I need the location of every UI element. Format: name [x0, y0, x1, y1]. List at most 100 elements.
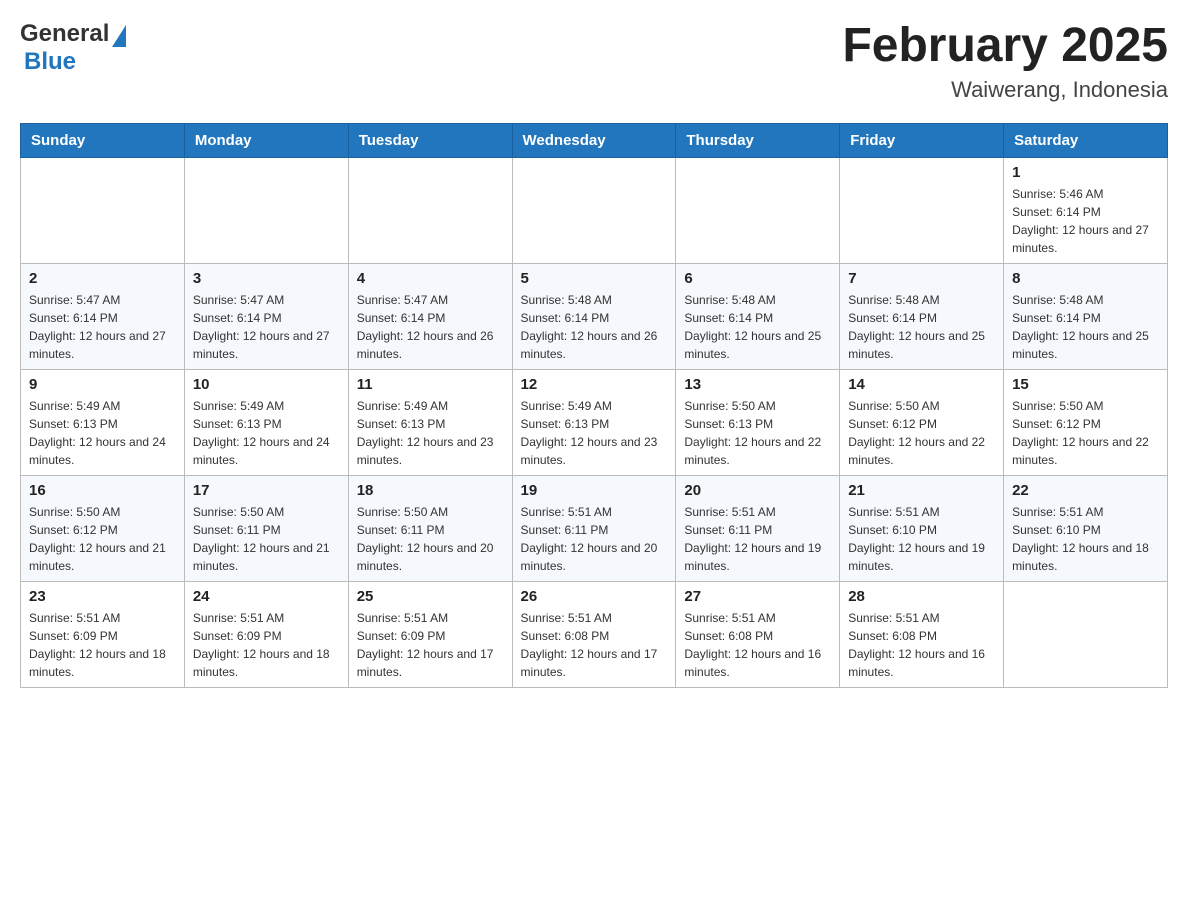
- day-info: Sunrise: 5:49 AM Sunset: 6:13 PM Dayligh…: [193, 397, 340, 469]
- calendar-table: SundayMondayTuesdayWednesdayThursdayFrid…: [20, 123, 1168, 688]
- logo-triangle-icon: [112, 25, 126, 47]
- day-info: Sunrise: 5:51 AM Sunset: 6:09 PM Dayligh…: [29, 609, 176, 681]
- day-info: Sunrise: 5:48 AM Sunset: 6:14 PM Dayligh…: [684, 291, 831, 363]
- day-info: Sunrise: 5:51 AM Sunset: 6:08 PM Dayligh…: [521, 609, 668, 681]
- calendar-cell: [1004, 581, 1168, 687]
- day-number: 28: [848, 588, 995, 605]
- day-number: 3: [193, 270, 340, 287]
- day-info: Sunrise: 5:47 AM Sunset: 6:14 PM Dayligh…: [357, 291, 504, 363]
- calendar-cell: 2Sunrise: 5:47 AM Sunset: 6:14 PM Daylig…: [21, 263, 185, 369]
- calendar-week-row: 1 Sunrise: 5:46 AM Sunset: 6:14 PM Daylig…: [21, 157, 1168, 263]
- day-number: 20: [684, 482, 831, 499]
- day-info: Sunrise: 5:49 AM Sunset: 6:13 PM Dayligh…: [521, 397, 668, 469]
- calendar-cell: [676, 157, 840, 263]
- calendar-cell: 13 Sunrise: 5:50 AM Sunset: 6:13 PM Dayli…: [676, 369, 840, 475]
- day-header-tuesday: Tuesday: [348, 123, 512, 157]
- title-section: February 2025 Waiwerang, Indonesia: [842, 20, 1168, 103]
- calendar-cell: 28 Sunrise: 5:51 AM Sunset: 6:08 PM Dayli…: [840, 581, 1004, 687]
- calendar-cell: 19 Sunrise: 5:51 AM Sunset: 6:11 PM Dayli…: [512, 475, 676, 581]
- calendar-cell: [21, 157, 185, 263]
- day-info: Sunrise: 5:50 AM Sunset: 6:13 PM Dayligh…: [684, 397, 831, 469]
- day-info: Sunrise: 5:51 AM Sunset: 6:09 PM Dayligh…: [193, 609, 340, 681]
- day-info: Sunrise: 5:51 AM Sunset: 6:11 PM Dayligh…: [684, 503, 831, 575]
- day-number: 15: [1012, 376, 1159, 393]
- calendar-cell: 3 Sunrise: 5:47 AM Sunset: 6:14 PM Daylig…: [184, 263, 348, 369]
- day-number: 27: [684, 588, 831, 605]
- day-info: Sunrise: 5:51 AM Sunset: 6:11 PM Dayligh…: [521, 503, 668, 575]
- day-info: Sunrise: 5:51 AM Sunset: 6:08 PM Dayligh…: [684, 609, 831, 681]
- day-header-monday: Monday: [184, 123, 348, 157]
- day-info: Sunrise: 5:51 AM Sunset: 6:10 PM Dayligh…: [1012, 503, 1159, 575]
- calendar-cell: 4 Sunrise: 5:47 AM Sunset: 6:14 PM Daylig…: [348, 263, 512, 369]
- day-number: 21: [848, 482, 995, 499]
- calendar-cell: 9 Sunrise: 5:49 AM Sunset: 6:13 PM Daylig…: [21, 369, 185, 475]
- day-info: Sunrise: 5:51 AM Sunset: 6:10 PM Dayligh…: [848, 503, 995, 575]
- calendar-cell: 25 Sunrise: 5:51 AM Sunset: 6:09 PM Dayli…: [348, 581, 512, 687]
- calendar-cell: 12 Sunrise: 5:49 AM Sunset: 6:13 PM Dayli…: [512, 369, 676, 475]
- day-header-sunday: Sunday: [21, 123, 185, 157]
- day-number: 7: [848, 270, 995, 287]
- day-number: 16: [29, 482, 176, 499]
- calendar-cell: [840, 157, 1004, 263]
- day-number: 25: [357, 588, 504, 605]
- calendar-header-row: SundayMondayTuesdayWednesdayThursdayFrid…: [21, 123, 1168, 157]
- day-number: 18: [357, 482, 504, 499]
- calendar-cell: [184, 157, 348, 263]
- day-number: 1: [1012, 164, 1159, 181]
- calendar-cell: 8 Sunrise: 5:48 AM Sunset: 6:14 PM Daylig…: [1004, 263, 1168, 369]
- day-info: Sunrise: 5:46 AM Sunset: 6:14 PM Dayligh…: [1012, 185, 1159, 257]
- day-info: Sunrise: 5:50 AM Sunset: 6:11 PM Dayligh…: [193, 503, 340, 575]
- day-number: 24: [193, 588, 340, 605]
- calendar-cell: 27 Sunrise: 5:51 AM Sunset: 6:08 PM Dayli…: [676, 581, 840, 687]
- day-info: Sunrise: 5:50 AM Sunset: 6:12 PM Dayligh…: [29, 503, 176, 575]
- calendar-cell: 6Sunrise: 5:48 AM Sunset: 6:14 PM Daylig…: [676, 263, 840, 369]
- day-number: 13: [684, 376, 831, 393]
- calendar-cell: 24 Sunrise: 5:51 AM Sunset: 6:09 PM Dayli…: [184, 581, 348, 687]
- calendar-cell: 17 Sunrise: 5:50 AM Sunset: 6:11 PM Dayli…: [184, 475, 348, 581]
- logo-blue-text: Blue: [24, 48, 76, 75]
- day-number: 26: [521, 588, 668, 605]
- calendar-cell: 11Sunrise: 5:49 AM Sunset: 6:13 PM Dayli…: [348, 369, 512, 475]
- calendar-cell: 26 Sunrise: 5:51 AM Sunset: 6:08 PM Dayli…: [512, 581, 676, 687]
- day-number: 19: [521, 482, 668, 499]
- calendar-cell: [348, 157, 512, 263]
- calendar-cell: 14Sunrise: 5:50 AM Sunset: 6:12 PM Dayli…: [840, 369, 1004, 475]
- day-number: 4: [357, 270, 504, 287]
- day-info: Sunrise: 5:50 AM Sunset: 6:12 PM Dayligh…: [848, 397, 995, 469]
- calendar-cell: 7 Sunrise: 5:48 AM Sunset: 6:14 PM Daylig…: [840, 263, 1004, 369]
- logo: General Blue: [20, 20, 126, 76]
- day-header-thursday: Thursday: [676, 123, 840, 157]
- month-title: February 2025: [842, 20, 1168, 73]
- day-header-wednesday: Wednesday: [512, 123, 676, 157]
- day-number: 9: [29, 376, 176, 393]
- day-info: Sunrise: 5:50 AM Sunset: 6:11 PM Dayligh…: [357, 503, 504, 575]
- calendar-week-row: 23 Sunrise: 5:51 AM Sunset: 6:09 PM Dayli…: [21, 581, 1168, 687]
- day-info: Sunrise: 5:48 AM Sunset: 6:14 PM Dayligh…: [848, 291, 995, 363]
- day-number: 17: [193, 482, 340, 499]
- day-number: 22: [1012, 482, 1159, 499]
- calendar-cell: 1 Sunrise: 5:46 AM Sunset: 6:14 PM Daylig…: [1004, 157, 1168, 263]
- day-number: 23: [29, 588, 176, 605]
- day-header-friday: Friday: [840, 123, 1004, 157]
- day-number: 12: [521, 376, 668, 393]
- day-number: 5: [521, 270, 668, 287]
- day-info: Sunrise: 5:51 AM Sunset: 6:09 PM Dayligh…: [357, 609, 504, 681]
- page-header: General Blue February 2025 Waiwerang, In…: [20, 20, 1168, 103]
- day-info: Sunrise: 5:49 AM Sunset: 6:13 PM Dayligh…: [29, 397, 176, 469]
- day-info: Sunrise: 5:47 AM Sunset: 6:14 PM Dayligh…: [193, 291, 340, 363]
- calendar-cell: 10 Sunrise: 5:49 AM Sunset: 6:13 PM Dayli…: [184, 369, 348, 475]
- day-info: Sunrise: 5:51 AM Sunset: 6:08 PM Dayligh…: [848, 609, 995, 681]
- day-number: 8: [1012, 270, 1159, 287]
- day-info: Sunrise: 5:48 AM Sunset: 6:14 PM Dayligh…: [1012, 291, 1159, 363]
- calendar-cell: 20 Sunrise: 5:51 AM Sunset: 6:11 PM Dayli…: [676, 475, 840, 581]
- day-number: 11: [357, 376, 504, 393]
- calendar-cell: 15Sunrise: 5:50 AM Sunset: 6:12 PM Dayli…: [1004, 369, 1168, 475]
- calendar-cell: 16 Sunrise: 5:50 AM Sunset: 6:12 PM Dayli…: [21, 475, 185, 581]
- day-header-saturday: Saturday: [1004, 123, 1168, 157]
- calendar-cell: 21 Sunrise: 5:51 AM Sunset: 6:10 PM Dayli…: [840, 475, 1004, 581]
- calendar-cell: 23 Sunrise: 5:51 AM Sunset: 6:09 PM Dayli…: [21, 581, 185, 687]
- day-info: Sunrise: 5:47 AM Sunset: 6:14 PM Dayligh…: [29, 291, 176, 363]
- day-number: 10: [193, 376, 340, 393]
- calendar-week-row: 2Sunrise: 5:47 AM Sunset: 6:14 PM Daylig…: [21, 263, 1168, 369]
- day-info: Sunrise: 5:48 AM Sunset: 6:14 PM Dayligh…: [521, 291, 668, 363]
